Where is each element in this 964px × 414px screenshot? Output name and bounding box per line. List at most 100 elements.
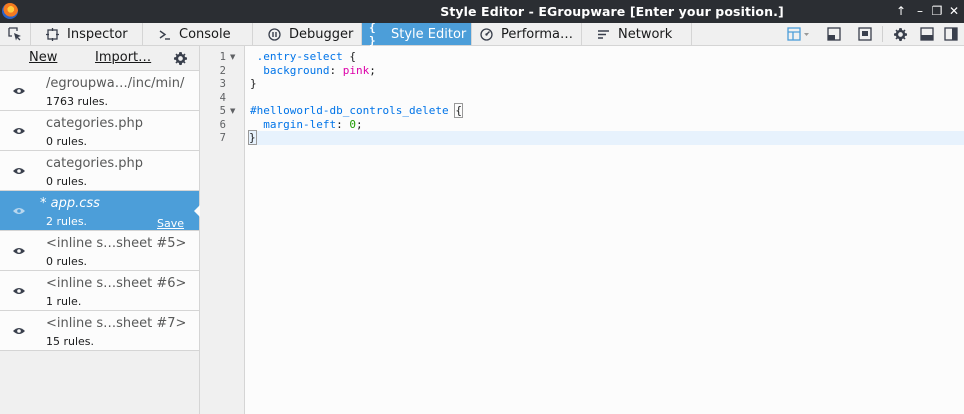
- css-property: margin-left: [263, 117, 337, 131]
- eye-icon[interactable]: [12, 126, 26, 136]
- matched-bracket: }: [248, 130, 257, 145]
- stylesheet-name: * app.css: [40, 196, 100, 211]
- window-title: Style Editor - EGroupware [Enter your po…: [440, 4, 784, 19]
- eye-icon[interactable]: [12, 286, 26, 296]
- code-line-active: }: [248, 130, 964, 145]
- tab-console[interactable]: Console: [143, 23, 253, 45]
- tab-style-editor[interactable]: { } Style Editor: [362, 21, 472, 47]
- stylesheet-rule-count: 0 rules.: [46, 255, 88, 268]
- save-link[interactable]: Save: [157, 217, 184, 230]
- dock-bottom-button[interactable]: [919, 26, 935, 42]
- stylesheet-name: categories.php: [46, 116, 144, 131]
- tab-label: Style Editor: [391, 26, 467, 42]
- tab-label: Debugger: [289, 26, 354, 42]
- responsive-mode-icon: [858, 27, 872, 41]
- css-value: 0: [349, 117, 356, 131]
- stylesheet-rule-count: 1763 rules.: [46, 95, 109, 108]
- stylesheet-item[interactable]: categories.php 0 rules.: [0, 111, 199, 151]
- code-punct: :: [329, 63, 343, 77]
- tab-label: Console: [179, 26, 231, 42]
- tab-inspector[interactable]: Inspector: [31, 23, 143, 45]
- frame-selector-button[interactable]: [787, 26, 813, 42]
- gear-icon: [893, 27, 907, 41]
- stylesheet-item[interactable]: categories.php 0 rules.: [0, 151, 199, 191]
- code-line: }: [250, 77, 964, 91]
- toolbox-options-button[interactable]: [892, 26, 908, 42]
- eye-icon[interactable]: [12, 166, 26, 176]
- tab-label: Inspector: [67, 26, 128, 42]
- stylesheet-rule-count: 0 rules.: [46, 175, 88, 188]
- eye-icon[interactable]: [12, 326, 26, 336]
- code-line: background: pink;: [250, 64, 964, 78]
- gear-icon: [173, 51, 188, 66]
- dock-side-icon: [944, 27, 958, 41]
- stylesheet-item[interactable]: <inline s…sheet #6> 1 rule.: [0, 271, 199, 311]
- css-value: pink: [342, 63, 370, 77]
- stylesheet-rule-count: 2 rules.: [46, 215, 88, 228]
- dock-bottom-icon: [920, 27, 934, 41]
- text-cursor: [255, 131, 257, 143]
- code-line: #helloworld-db_controls_delete {: [250, 103, 964, 118]
- fold-arrow-icon[interactable]: ▼: [230, 105, 235, 119]
- eye-icon[interactable]: [12, 206, 26, 216]
- stylesheet-name: <inline s…sheet #6>: [46, 276, 187, 291]
- close-button[interactable]: ✕: [946, 3, 962, 19]
- stylesheet-name: <inline s…sheet #7>: [46, 316, 187, 331]
- console-icon: [157, 27, 171, 41]
- style-editor-icon: { }: [369, 21, 376, 47]
- css-property: background: [263, 63, 330, 77]
- keep-above-icon[interactable]: ↑: [893, 3, 909, 19]
- css-selector: #helloworld-db_controls_delete: [250, 104, 449, 117]
- split-console-button[interactable]: [826, 26, 842, 42]
- dock-side-button[interactable]: [943, 26, 959, 42]
- code-punct: {: [342, 50, 356, 63]
- line-number: 1: [219, 51, 226, 63]
- matched-bracket: {: [454, 103, 463, 118]
- devtools-toolbar: Inspector Console Debugger { } Style Edi…: [0, 21, 964, 47]
- code-line: .entry-select {: [250, 50, 964, 64]
- toolbar-separator: [882, 26, 883, 42]
- stylesheet-sidebar: New Import… /egroupwa…/inc/min/ 1763 rul…: [0, 46, 200, 414]
- inspector-icon: [45, 27, 59, 41]
- code-editor[interactable]: 1 ▼ 2 3 4 5 ▼ 6 7 .entry-select { backgr…: [200, 46, 964, 414]
- tab-label: Performa…: [501, 26, 573, 42]
- tab-debugger[interactable]: Debugger: [253, 23, 362, 45]
- split-console-icon: [827, 27, 841, 41]
- eye-icon[interactable]: [12, 246, 26, 256]
- line-number: 6: [219, 118, 226, 131]
- sidebar-options-button[interactable]: [173, 51, 189, 67]
- line-number: 2: [219, 64, 226, 77]
- stylesheet-name: <inline s…sheet #5>: [46, 236, 187, 251]
- tab-label: Network: [618, 26, 673, 42]
- network-icon: [596, 27, 610, 41]
- fold-arrow-icon[interactable]: ▼: [230, 51, 235, 65]
- tab-network[interactable]: Network: [582, 23, 692, 45]
- code-lines[interactable]: .entry-select { background: pink; } #hel…: [248, 50, 964, 145]
- line-number: 4: [219, 91, 226, 104]
- stylesheet-rule-count: 15 rules.: [46, 335, 95, 348]
- stylesheet-item[interactable]: <inline s…sheet #7> 15 rules.: [0, 311, 199, 351]
- stylesheet-item[interactable]: <inline s…sheet #5> 0 rules.: [0, 231, 199, 271]
- eye-icon[interactable]: [12, 86, 26, 96]
- code-line: margin-left: 0;: [250, 118, 964, 132]
- line-number: 3: [219, 78, 226, 90]
- stylesheet-item[interactable]: /egroupwa…/inc/min/ 1763 rules.: [0, 71, 199, 111]
- code-punct: ;: [369, 63, 376, 77]
- maximize-button[interactable]: ❐: [929, 3, 945, 19]
- minimize-button[interactable]: –: [912, 3, 928, 19]
- performance-icon: [479, 27, 493, 41]
- element-picker-button[interactable]: [0, 23, 31, 45]
- line-number: 5: [219, 105, 226, 117]
- frame-selector-icon: [787, 27, 809, 41]
- sidebar-toolbar: New Import…: [0, 46, 199, 71]
- import-stylesheet-button[interactable]: Import…: [95, 50, 151, 65]
- new-stylesheet-button[interactable]: New: [29, 50, 57, 65]
- code-punct: ;: [355, 117, 363, 131]
- tab-performance[interactable]: Performa…: [472, 23, 582, 45]
- line-number: 7: [219, 132, 226, 144]
- stylesheet-item-selected[interactable]: * app.css 2 rules. Save: [0, 191, 200, 231]
- stylesheet-rule-count: 0 rules.: [46, 135, 88, 148]
- element-picker-icon: [8, 27, 21, 41]
- responsive-mode-button[interactable]: [857, 26, 873, 42]
